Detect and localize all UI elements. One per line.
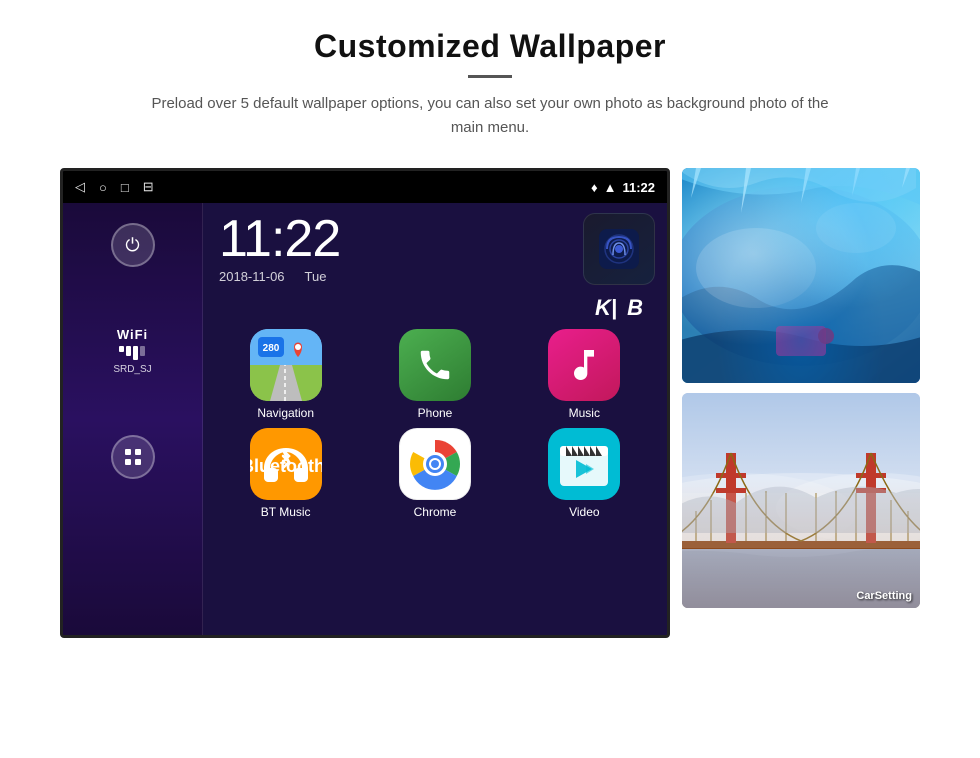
app-item-btmusic[interactable]: Bluetooth; BT Music	[215, 428, 356, 519]
status-bar: ◁ ○ □ ⊟ ♦ ▲ 11:22	[63, 171, 667, 203]
power-button[interactable]: ⏻	[111, 223, 155, 267]
radio-icon[interactable]	[583, 213, 655, 285]
status-indicators: ♦ ▲ 11:22	[591, 180, 655, 195]
back-nav-icon[interactable]: ◁	[75, 179, 85, 195]
page-description: Preload over 5 default wallpaper options…	[140, 92, 840, 140]
phone-label: Phone	[418, 406, 453, 420]
wifi-bar-3	[133, 346, 138, 360]
top-right-widget-area: K| B	[583, 203, 655, 321]
phone-app-icon[interactable]	[399, 329, 471, 401]
main-screen-area: 11:22 2018-11-06 Tue	[203, 203, 667, 635]
wifi-section[interactable]: WiFi SRD_SJ	[113, 327, 151, 375]
app-item-music[interactable]: Music	[514, 329, 655, 420]
wallpaper-thumbnail-ice[interactable]	[682, 168, 920, 383]
wifi-signal-bars	[113, 346, 151, 360]
apps-grid-button[interactable]	[111, 435, 155, 479]
music-label: Music	[569, 406, 600, 420]
chrome-app-icon[interactable]	[399, 428, 471, 500]
android-screen: ◁ ○ □ ⊟ ♦ ▲ 11:22 ⏻ WiFi	[60, 168, 670, 638]
svg-text:280: 280	[262, 343, 279, 354]
app-item-chrome[interactable]: Chrome	[364, 428, 505, 519]
clock-time: 11:22	[219, 213, 567, 265]
title-divider	[468, 75, 512, 78]
video-app-icon[interactable]	[548, 428, 620, 500]
wifi-bar-2	[126, 346, 131, 356]
wifi-status-icon: ▲	[604, 180, 617, 195]
wifi-bar-1	[119, 346, 124, 352]
navigation-app-icon[interactable]: 280	[250, 329, 322, 401]
status-time: 11:22	[622, 180, 655, 195]
btmusic-label: BT Music	[261, 505, 311, 519]
recents-nav-icon[interactable]: □	[121, 180, 129, 195]
app-grid: 280 Navigation	[203, 321, 667, 527]
music-app-icon[interactable]	[548, 329, 620, 401]
page-header: Customized Wallpaper Preload over 5 defa…	[0, 0, 980, 158]
clock-area: 11:22 2018-11-06 Tue	[203, 203, 583, 290]
screenshot-nav-icon[interactable]: ⊟	[143, 179, 154, 195]
chrome-label: Chrome	[414, 505, 457, 519]
navigation-label: Navigation	[257, 406, 314, 420]
video-label: Video	[569, 505, 599, 519]
left-sidebar: ⏻ WiFi SRD_SJ	[63, 203, 203, 635]
wallpaper-thumbnail-bridge[interactable]: CarSetting	[682, 393, 920, 608]
btmusic-app-icon[interactable]: Bluetooth;	[250, 428, 322, 500]
wallpaper-panel: CarSetting	[682, 168, 920, 608]
ki-icon: K|	[595, 295, 617, 321]
wifi-bar-4	[140, 346, 145, 356]
app-item-video[interactable]: Video	[514, 428, 655, 519]
date-value: 2018-11-06	[219, 269, 285, 284]
wifi-label: WiFi	[113, 327, 151, 342]
day-value: Tue	[305, 269, 327, 284]
home-nav-icon[interactable]: ○	[99, 180, 107, 195]
nav-icons: ◁ ○ □ ⊟	[75, 179, 154, 195]
b-icon: B	[627, 295, 643, 321]
clock-date: 2018-11-06 Tue	[219, 269, 567, 284]
page-title: Customized Wallpaper	[20, 28, 960, 65]
location-icon: ♦	[591, 180, 598, 195]
screen-body: ⏻ WiFi SRD_SJ	[63, 203, 667, 635]
app-item-navigation[interactable]: 280 Navigation	[215, 329, 356, 420]
main-content: ◁ ○ □ ⊟ ♦ ▲ 11:22 ⏻ WiFi	[0, 158, 980, 638]
wifi-ssid: SRD_SJ	[113, 364, 151, 375]
app-item-phone[interactable]: Phone	[364, 329, 505, 420]
clock-widget: 11:22 2018-11-06 Tue	[203, 203, 583, 290]
carsetting-label: CarSetting	[856, 590, 912, 602]
top-row: 11:22 2018-11-06 Tue	[203, 203, 667, 321]
ki-b-icons: K| B	[595, 295, 643, 321]
